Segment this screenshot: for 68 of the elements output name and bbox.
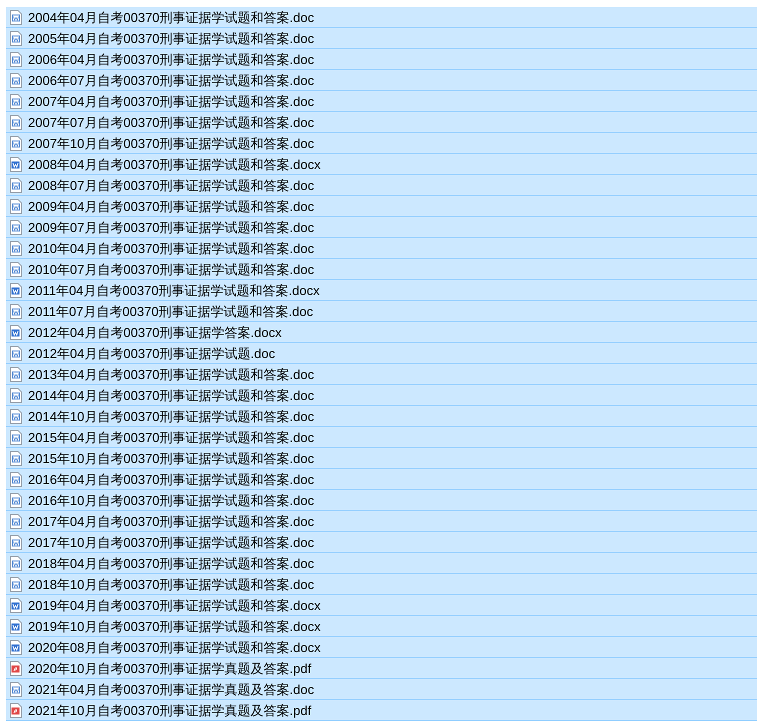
document-icon — [10, 388, 22, 402]
file-row[interactable]: 2018年04月自考00370刑事证据学试题和答案.doc — [6, 553, 757, 574]
file-row[interactable]: 2008年07月自考00370刑事证据学试题和答案.doc — [6, 175, 757, 196]
document-icon — [10, 576, 22, 592]
file-row[interactable]: 2014年04月自考00370刑事证据学试题和答案.doc — [6, 385, 757, 406]
file-row[interactable]: 2004年04月自考00370刑事证据学试题和答案.doc — [6, 7, 757, 28]
document-icon — [10, 514, 22, 528]
file-row[interactable]: 2020年08月自考00370刑事证据学试题和答案.docx — [6, 637, 757, 658]
document-icon — [10, 156, 22, 172]
document-icon — [10, 72, 22, 88]
file-row[interactable]: 2014年10月自考00370刑事证据学试题和答案.doc — [6, 406, 757, 427]
file-row[interactable]: 2008年04月自考00370刑事证据学试题和答案.docx — [6, 154, 757, 175]
document-icon — [10, 30, 22, 46]
file-row[interactable]: 2018年10月自考00370刑事证据学试题和答案.doc — [6, 574, 757, 595]
file-row[interactable]: 2009年07月自考00370刑事证据学试题和答案.doc — [6, 217, 757, 238]
file-row[interactable]: 2017年10月自考00370刑事证据学试题和答案.doc — [6, 532, 757, 553]
document-icon — [10, 220, 22, 234]
document-icon — [10, 492, 22, 508]
document-icon — [10, 10, 22, 24]
file-row[interactable]: 2015年04月自考00370刑事证据学试题和答案.doc — [6, 427, 757, 448]
document-icon — [10, 430, 22, 444]
document-icon — [10, 282, 22, 298]
file-row[interactable]: 2016年04月自考00370刑事证据学试题和答案.doc — [6, 469, 757, 490]
file-row[interactable]: 2005年04月自考00370刑事证据学试题和答案.doc — [6, 28, 757, 49]
file-row[interactable]: 2007年04月自考00370刑事证据学试题和答案.doc — [6, 91, 757, 112]
document-icon — [10, 366, 22, 382]
document-icon — [10, 682, 22, 696]
file-row[interactable]: 2010年04月自考00370刑事证据学试题和答案.doc — [6, 238, 757, 259]
file-row[interactable]: 2010年07月自考00370刑事证据学试题和答案.doc — [6, 259, 757, 280]
document-icon — [10, 52, 22, 66]
document-icon — [10, 178, 22, 192]
file-row[interactable]: 2013年04月自考00370刑事证据学试题和答案.doc — [6, 364, 757, 385]
document-icon — [10, 534, 22, 550]
document-icon — [10, 640, 22, 654]
document-icon — [10, 240, 22, 256]
file-row[interactable]: 2006年07月自考00370刑事证据学试题和答案.doc — [6, 70, 757, 91]
document-icon — [10, 346, 22, 360]
file-row[interactable]: 2011年04月自考00370刑事证据学试题和答案.docx — [6, 280, 757, 301]
document-icon — [10, 94, 22, 108]
file-row[interactable]: 2007年10月自考00370刑事证据学试题和答案.doc — [6, 133, 757, 154]
document-icon — [10, 408, 22, 424]
file-row[interactable]: 2011年07月自考00370刑事证据学试题和答案.doc — [6, 301, 757, 322]
document-icon — [10, 324, 22, 340]
file-row[interactable]: 2015年10月自考00370刑事证据学试题和答案.doc — [6, 448, 757, 469]
file-row[interactable]: 2009年04月自考00370刑事证据学试题和答案.doc — [6, 196, 757, 217]
pdf-icon — [10, 660, 22, 676]
file-row[interactable]: 2019年04月自考00370刑事证据学试题和答案.docx — [6, 595, 757, 616]
document-icon — [10, 556, 22, 570]
file-row[interactable]: 2006年04月自考00370刑事证据学试题和答案.doc — [6, 49, 757, 70]
file-row[interactable]: 2016年10月自考00370刑事证据学试题和答案.doc — [6, 490, 757, 511]
document-icon — [10, 114, 22, 130]
file-row[interactable]: 2020年10月自考00370刑事证据学真题及答案.pdf — [6, 658, 757, 679]
document-icon — [10, 262, 22, 276]
document-icon — [10, 136, 22, 150]
file-row[interactable]: 2012年04月自考00370刑事证据学试题.doc — [6, 343, 757, 364]
file-row[interactable]: 2021年04月自考00370刑事证据学真题及答案.doc — [6, 679, 757, 700]
file-row[interactable]: 2017年04月自考00370刑事证据学试题和答案.doc — [6, 511, 757, 532]
pdf-icon — [10, 702, 22, 718]
document-icon — [10, 304, 22, 318]
file-row[interactable]: 2007年07月自考00370刑事证据学试题和答案.doc — [6, 112, 757, 133]
document-icon — [10, 198, 22, 214]
document-icon — [10, 598, 22, 612]
file-row[interactable]: 2021年10月自考00370刑事证据学真题及答案.pdf — [6, 700, 757, 721]
document-icon — [10, 450, 22, 466]
document-icon — [10, 472, 22, 486]
file-row[interactable]: 2019年10月自考00370刑事证据学试题和答案.docx — [6, 616, 757, 637]
file-row[interactable]: 2012年04月自考00370刑事证据学答案.docx — [6, 322, 757, 343]
document-icon — [10, 618, 22, 634]
